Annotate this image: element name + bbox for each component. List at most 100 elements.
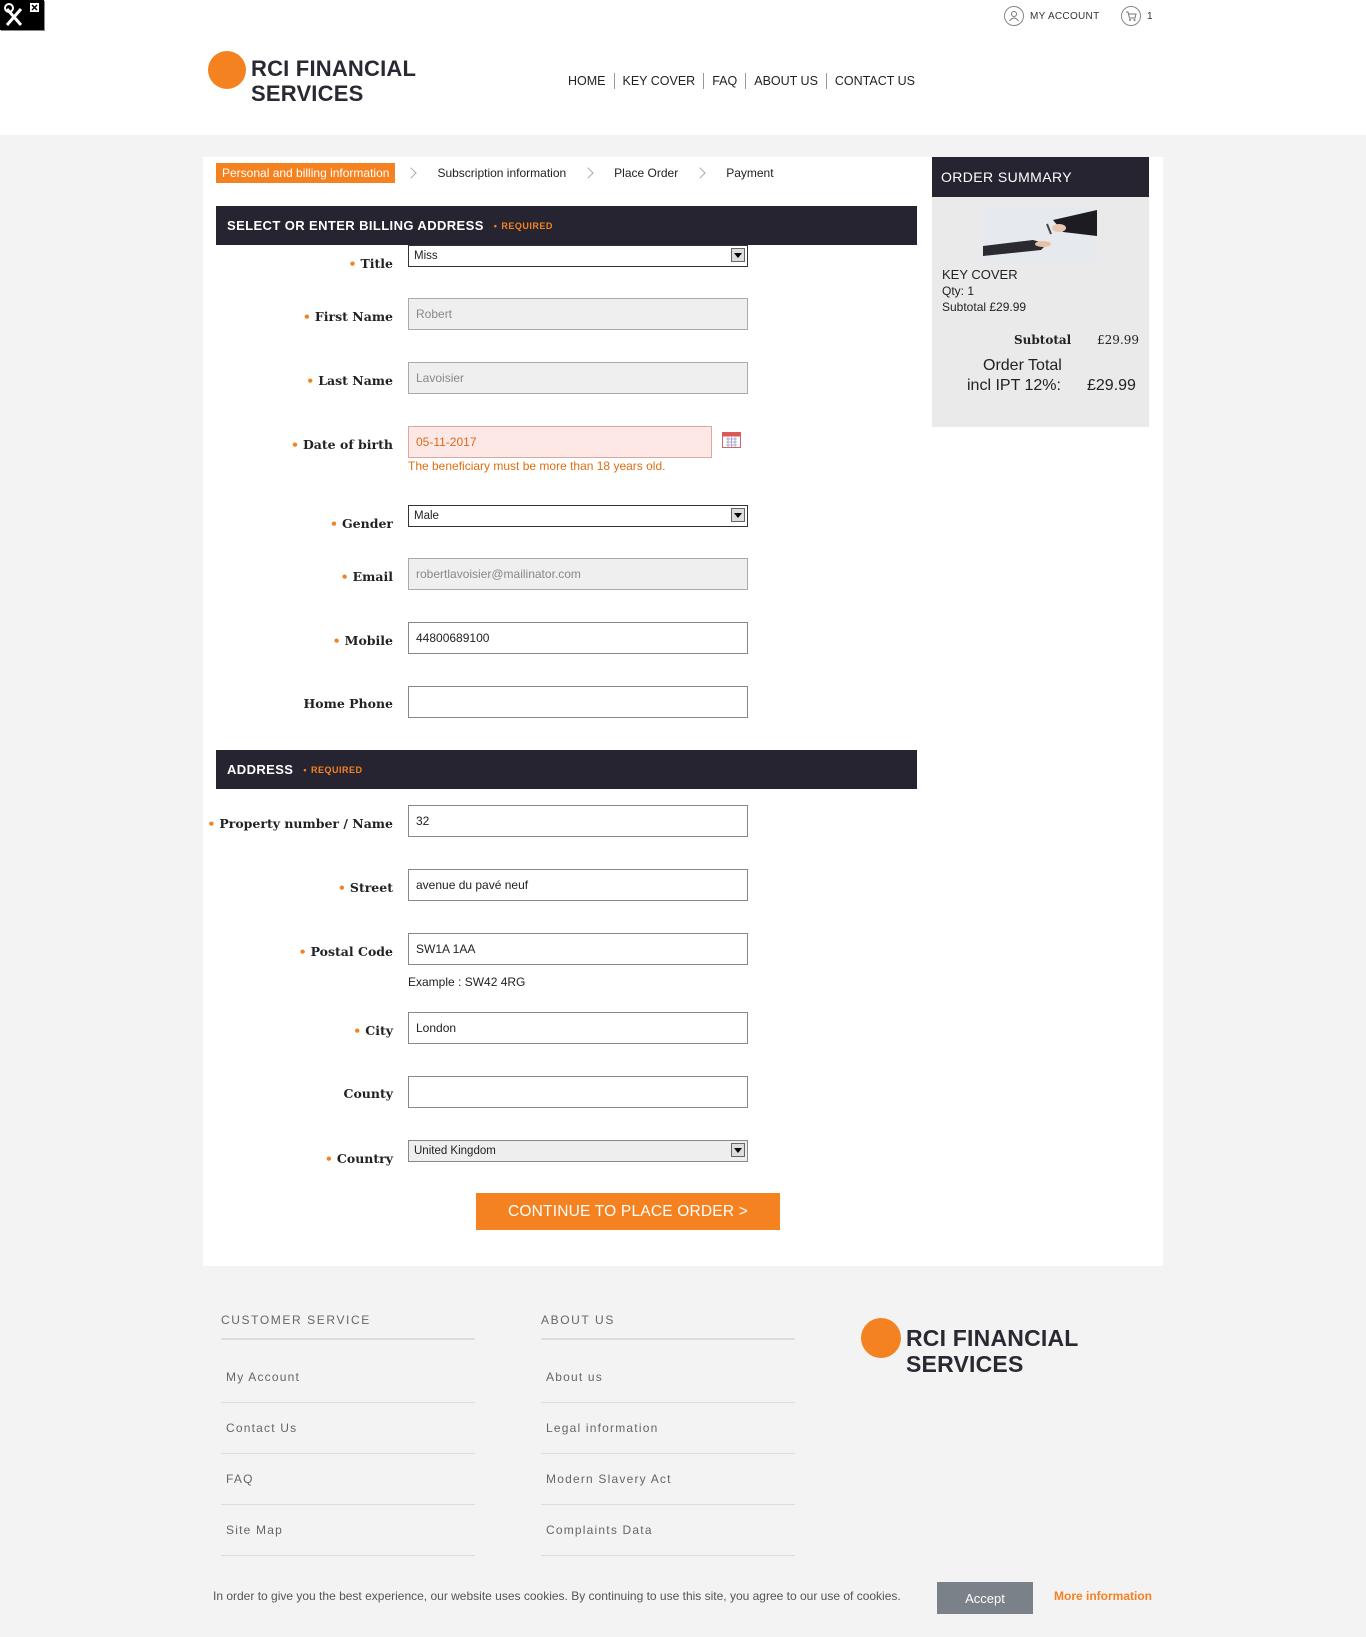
footer-divider	[541, 1555, 795, 1556]
customer-service-heading: CUSTOMER SERVICE	[221, 1313, 371, 1327]
mobile-field[interactable]: 44800689100	[408, 622, 748, 654]
footer-link-modern-slavery[interactable]: Modern Slavery Act	[546, 1472, 672, 1486]
summary-line-subtotal: Subtotal £29.99	[942, 300, 1027, 314]
footer-link-contact-us[interactable]: Contact Us	[226, 1421, 297, 1435]
logo-line-1: RCI FINANCIAL	[251, 56, 417, 81]
first-name-field[interactable]: Robert	[408, 298, 748, 330]
city-label: City	[353, 1023, 393, 1038]
site-header	[0, 0, 1366, 135]
city-field[interactable]: London	[408, 1012, 748, 1044]
mobile-label: Mobile	[333, 633, 393, 648]
step-personal-billing: Personal and billing information	[216, 163, 396, 183]
dob-field[interactable]: 05-11-2017	[408, 426, 712, 458]
street-label: Street	[338, 880, 393, 895]
postal-code-field[interactable]: SW1A 1AA	[408, 933, 748, 965]
footer-divider	[541, 1453, 795, 1454]
chevron-down-icon	[731, 508, 745, 522]
footer-link-about-us[interactable]: About us	[546, 1370, 603, 1384]
summary-product: KEY COVER	[942, 267, 1018, 282]
postal-code-label: Postal Code	[299, 944, 393, 959]
order-total-value: £29.99	[1087, 377, 1136, 394]
nav-home[interactable]: HOME	[560, 74, 614, 88]
my-account-link[interactable]: MY ACCOUNT	[1004, 6, 1100, 26]
subtotal-label: Subtotal	[1014, 333, 1072, 347]
footer-divider	[221, 1402, 475, 1403]
email-field[interactable]: robertlavoisier@mailinator.com	[408, 558, 748, 590]
nav-contact-us[interactable]: CONTACT US	[827, 74, 923, 88]
property-field[interactable]: 32	[408, 805, 748, 837]
cart-count: 1	[1147, 10, 1153, 22]
order-total-label-1: Order Total	[983, 357, 1062, 374]
email-label: Email	[341, 569, 393, 584]
property-label: Property number / Name	[207, 816, 393, 831]
cart-link[interactable]: 1	[1121, 6, 1153, 26]
summary-qty: Qty: 1	[942, 284, 975, 298]
logo-line-2: SERVICES	[251, 81, 364, 106]
cart-icon	[1121, 6, 1141, 26]
nav-key-cover[interactable]: KEY COVER	[615, 74, 704, 88]
home-phone-label: Home Phone	[303, 696, 393, 711]
address-section-header: ADDRESS REQUIRED	[216, 750, 917, 789]
dob-error: The beneficiary must be more than 18 yea…	[408, 459, 666, 473]
user-icon	[1004, 6, 1024, 26]
gender-select[interactable]: Male	[408, 505, 748, 527]
address-heading: ADDRESS	[227, 762, 294, 777]
chevron-down-icon	[731, 248, 745, 262]
nav-faq[interactable]: FAQ	[704, 74, 745, 88]
title-label: Title	[348, 256, 393, 271]
footer-divider	[541, 1402, 795, 1403]
step-payment: Payment	[726, 166, 774, 180]
title-value: Miss	[414, 250, 438, 262]
subtotal-value: £29.99	[1097, 333, 1139, 347]
gender-label: Gender	[330, 516, 393, 531]
billing-heading: SELECT OR ENTER BILLING ADDRESS	[227, 218, 484, 233]
gender-value: Male	[414, 510, 439, 522]
step-place-order: Place Order	[614, 166, 679, 180]
footer-divider	[541, 1338, 795, 1340]
postal-code-example: Example : SW42 4RG	[408, 975, 526, 989]
main-nav: HOME KEY COVER FAQ ABOUT US CONTACT US	[560, 73, 923, 89]
chevron-down-icon	[731, 1143, 745, 1157]
required-note: REQUIRED	[303, 765, 362, 775]
first-name-label: First Name	[303, 309, 393, 324]
footer-link-my-account[interactable]: My Account	[226, 1370, 300, 1384]
footer-link-faq[interactable]: FAQ	[226, 1472, 254, 1486]
step-subscription: Subscription information	[437, 166, 567, 180]
title-select[interactable]: Miss	[408, 245, 748, 267]
chevron-right-icon	[582, 167, 594, 179]
last-name-field[interactable]: Lavoisier	[408, 362, 748, 394]
footer-divider	[221, 1338, 475, 1340]
footer-logo-line-1: RCI FINANCIAL	[906, 1325, 1079, 1351]
my-account-label: MY ACCOUNT	[1030, 10, 1100, 22]
home-phone-field[interactable]	[408, 686, 748, 718]
billing-section-header: SELECT OR ENTER BILLING ADDRESS REQUIRED	[216, 206, 917, 245]
county-field[interactable]	[408, 1076, 748, 1108]
about-us-heading: ABOUT US	[541, 1313, 615, 1327]
cookie-more-info-link[interactable]: More information	[1054, 1589, 1152, 1603]
chevron-right-icon	[694, 167, 706, 179]
footer-link-site-map[interactable]: Site Map	[226, 1523, 283, 1537]
country-select[interactable]: United Kingdom	[408, 1140, 748, 1162]
nav-about-us[interactable]: ABOUT US	[746, 74, 826, 88]
continue-button[interactable]: CONTINUE TO PLACE ORDER >	[476, 1193, 780, 1230]
footer-divider	[221, 1555, 475, 1556]
footer-link-complaints[interactable]: Complaints Data	[546, 1523, 653, 1537]
logo-dot-icon	[208, 51, 246, 89]
chevron-right-icon	[405, 167, 418, 179]
checkout-steps: Personal and billing information Subscri…	[216, 163, 780, 183]
last-name-label: Last Name	[306, 373, 393, 388]
dob-label: Date of birth	[291, 437, 393, 452]
footer-logo-line-2: SERVICES	[906, 1351, 1024, 1377]
cookie-accept-button[interactable]: Accept	[937, 1582, 1033, 1614]
footer-link-legal[interactable]: Legal information	[546, 1421, 658, 1435]
tools-icon[interactable]	[0, 0, 44, 30]
cookie-notice: In order to give you the best experience…	[213, 1589, 901, 1603]
order-total-label-2: incl IPT 12%:	[967, 377, 1061, 394]
calendar-icon[interactable]	[722, 431, 741, 453]
footer-divider	[221, 1453, 475, 1454]
logo-dot-icon	[861, 1318, 901, 1358]
street-field[interactable]: avenue du pavé neuf	[408, 869, 748, 901]
country-value: United Kingdom	[414, 1145, 496, 1157]
footer-divider	[221, 1504, 475, 1505]
county-label: County	[343, 1086, 394, 1101]
